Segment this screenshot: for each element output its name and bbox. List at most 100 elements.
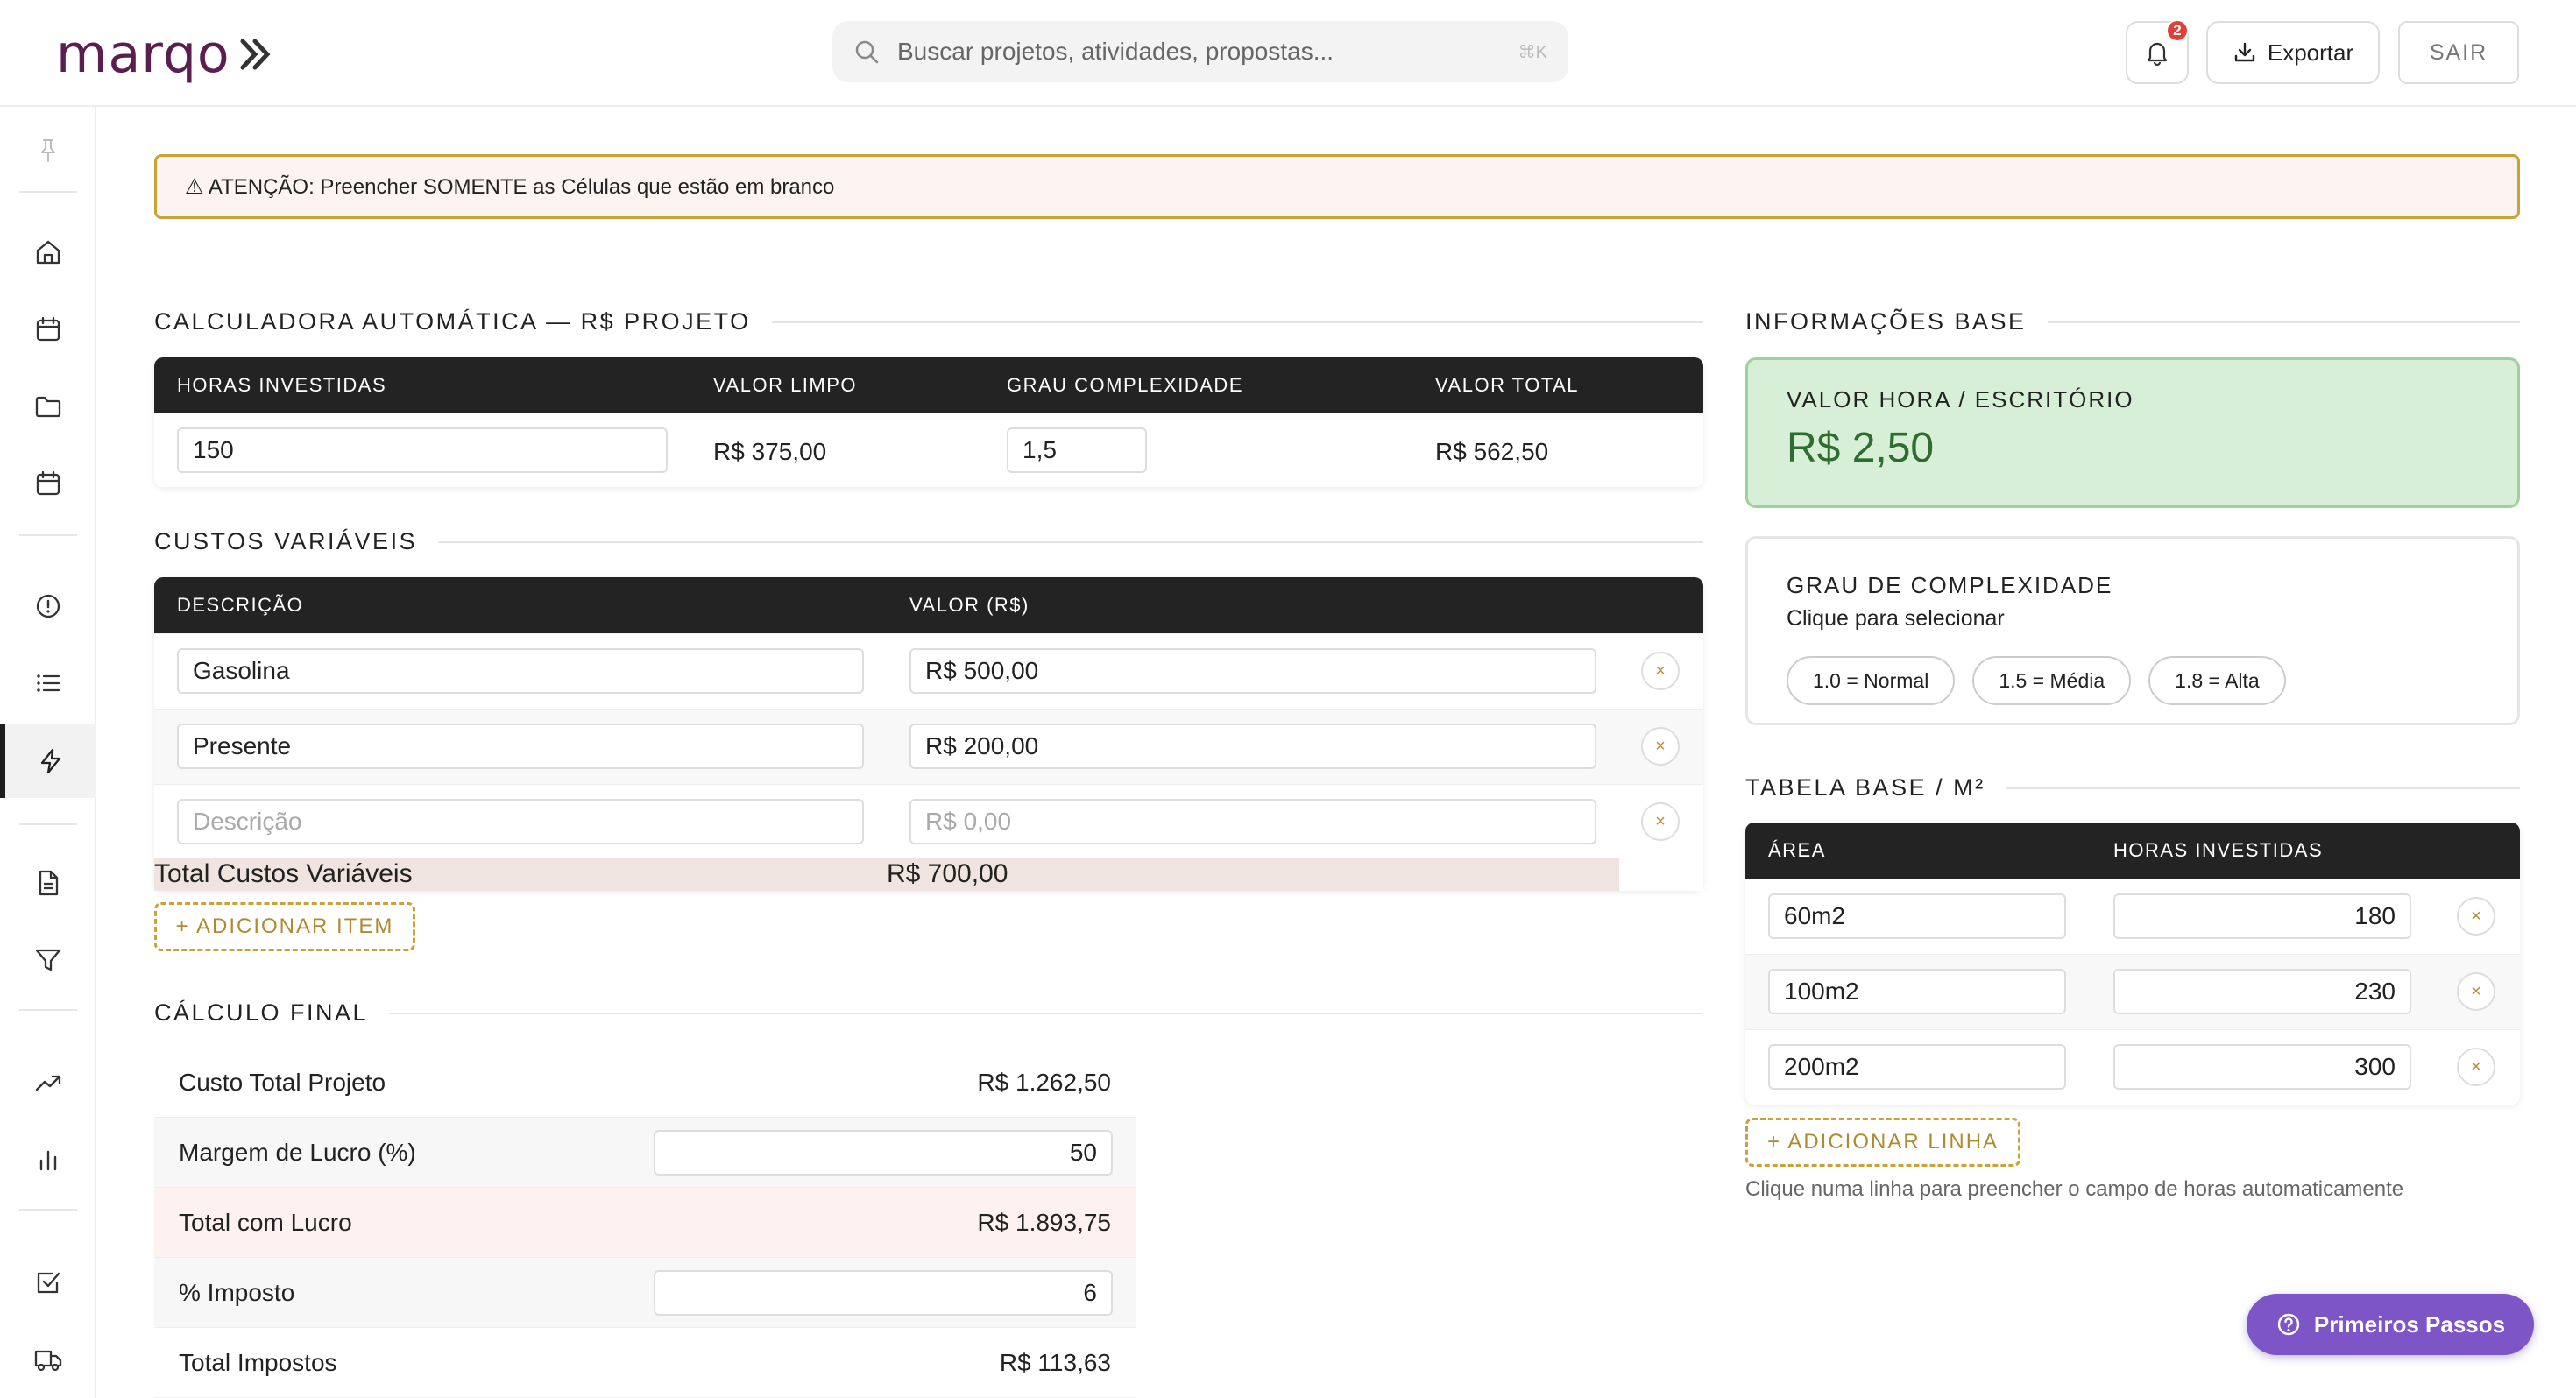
sidebar-item-calendar[interactable] — [0, 294, 96, 364]
sidebar-item-tasks[interactable] — [0, 1247, 96, 1317]
base-table: ÁREA HORAS INVESTIDAS × × × — [1745, 823, 2520, 1105]
complexity-input[interactable] — [1007, 427, 1147, 473]
sidebar-item-filter[interactable] — [0, 925, 96, 995]
area-input[interactable] — [1768, 969, 2066, 1014]
sidebar-item-delivery[interactable] — [0, 1324, 96, 1394]
search-icon — [855, 40, 879, 64]
base-hours-input[interactable] — [2113, 893, 2411, 939]
first-steps-label: Primeiros Passos — [2313, 1310, 2506, 1338]
checkbox-icon — [37, 1272, 60, 1294]
lightning-icon — [40, 748, 61, 774]
cost-row: × — [154, 633, 1703, 709]
complexity-chip-medium[interactable]: 1.5 = Média — [1972, 656, 2132, 705]
document-icon — [39, 870, 59, 896]
cost-description-input[interactable] — [177, 648, 864, 694]
base-hours-input[interactable] — [2113, 969, 2411, 1014]
add-row-button[interactable]: + ADICIONAR LINHA — [1745, 1118, 2020, 1167]
taxes-total-value: R$ 113,63 — [999, 1349, 1111, 1376]
base-table-hint: Clique numa linha para preencher o campo… — [1745, 1177, 2404, 1201]
tax-row: % Imposto — [154, 1258, 1136, 1328]
sidebar-item-list[interactable] — [0, 648, 96, 718]
calculator-table: HORAS INVESTIDAS VALOR LIMPO GRAU COMPLE… — [154, 357, 1703, 487]
variable-costs-table: DESCRIÇÃO VALOR (R$) × × × — [154, 577, 1703, 891]
header-total-value: VALOR TOTAL — [1435, 374, 1580, 396]
sidebar-item-documents[interactable] — [0, 848, 96, 918]
base-row[interactable]: × — [1745, 879, 2520, 954]
remove-base-row-button[interactable]: × — [2457, 897, 2495, 936]
remove-cost-button[interactable]: × — [1641, 802, 1680, 841]
final-calc-section-title: CÁLCULO FINAL — [154, 999, 1703, 1027]
base-row[interactable]: × — [1745, 1029, 2520, 1105]
sidebar-item-schedule[interactable] — [0, 448, 96, 519]
taxes-total-row: Total Impostos R$ 113,63 — [154, 1328, 1136, 1398]
sidebar-item-reports[interactable] — [0, 1125, 96, 1195]
complexity-chip-high[interactable]: 1.8 = Alta — [2148, 656, 2286, 705]
complexity-card-subtitle: Clique para selecionar — [1787, 606, 2005, 631]
header-hours: HORAS INVESTIDAS — [177, 374, 387, 396]
total-value: R$ 562,50 — [1435, 438, 1549, 465]
calculator-header: HORAS INVESTIDAS VALOR LIMPO GRAU COMPLE… — [154, 357, 1703, 413]
help-circle-icon — [2277, 1313, 2300, 1336]
attention-banner: ⚠ ATENÇÃO: Preencher SOMENTE as Células … — [154, 154, 2520, 219]
margin-input[interactable] — [654, 1130, 1113, 1176]
hours-input[interactable] — [177, 427, 668, 473]
search-input[interactable] — [897, 38, 1518, 66]
export-button[interactable]: Exportar — [2206, 21, 2380, 84]
sidebar-item-trends[interactable] — [0, 1048, 96, 1118]
sidebar — [0, 107, 96, 1398]
notifications-button[interactable]: 2 — [2126, 19, 2189, 84]
remove-cost-button[interactable]: × — [1641, 652, 1680, 690]
complexity-chip-normal[interactable]: 1.0 = Normal — [1787, 656, 1956, 705]
base-hours-input[interactable] — [2113, 1044, 2411, 1090]
area-input[interactable] — [1768, 1044, 2066, 1090]
variable-costs-section-title: CUSTOS VARIÁVEIS — [154, 528, 1703, 555]
truck-icon — [34, 1350, 62, 1372]
base-info-title: INFORMAÇÕES BASE — [1745, 308, 2027, 335]
sidebar-item-projects[interactable] — [0, 371, 96, 441]
tax-input[interactable] — [654, 1270, 1113, 1316]
cost-value-input[interactable] — [909, 648, 1596, 694]
download-icon — [2234, 42, 2255, 62]
sidebar-item-home[interactable] — [0, 217, 96, 287]
cost-value-input[interactable] — [909, 724, 1596, 769]
sidebar-item-calculator[interactable] — [0, 724, 96, 798]
total-with-profit-label: Total com Lucro — [179, 1209, 352, 1236]
base-row[interactable]: × — [1745, 954, 2520, 1029]
variable-costs-total-value: R$ 700,00 — [887, 859, 1008, 888]
global-search[interactable]: ⌘K — [832, 21, 1568, 82]
brand-logo[interactable]: marqo — [56, 25, 278, 84]
hour-value-card: VALOR HORA / ESCRITÓRIO R$ 2,50 — [1745, 357, 2520, 508]
area-input[interactable] — [1768, 893, 2066, 939]
variable-costs-total-label: Total Custos Variáveis — [154, 859, 413, 888]
calculator-title: CALCULADORA AUTOMÁTICA — R$ PROJETO — [154, 308, 751, 335]
trending-up-icon — [35, 1075, 61, 1091]
cost-description-input[interactable] — [177, 799, 864, 844]
first-steps-button[interactable]: Primeiros Passos — [2247, 1294, 2534, 1355]
cost-row: × — [154, 784, 1703, 859]
list-icon — [37, 674, 60, 692]
cost-value-input[interactable] — [909, 799, 1596, 844]
double-chevron-icon — [240, 39, 271, 70]
remove-base-row-button[interactable]: × — [2457, 1048, 2495, 1086]
sidebar-item-alerts[interactable] — [0, 571, 96, 641]
taxes-total-label: Total Impostos — [179, 1349, 337, 1376]
sidebar-pin[interactable] — [0, 116, 96, 186]
header-value: VALOR (R$) — [909, 594, 1030, 616]
header-complexity: GRAU COMPLEXIDADE — [1007, 374, 1243, 396]
base-info-section-title: INFORMAÇÕES BASE — [1745, 308, 2520, 335]
remove-cost-button[interactable]: × — [1641, 727, 1680, 766]
bar-chart-icon — [39, 1150, 57, 1171]
add-item-button[interactable]: + ADICIONAR ITEM — [154, 902, 415, 951]
calculator-row: R$ 375,00 R$ 562,50 — [154, 413, 1703, 487]
clean-value: R$ 375,00 — [713, 438, 827, 465]
cost-row: × — [154, 709, 1703, 784]
logout-button[interactable]: SAIR — [2398, 21, 2519, 84]
margin-label: Margem de Lucro (%) — [179, 1139, 416, 1166]
bell-icon — [2147, 42, 2168, 67]
cost-description-input[interactable] — [177, 724, 864, 769]
project-total-label: Custo Total Projeto — [179, 1069, 386, 1096]
base-table-header: ÁREA HORAS INVESTIDAS — [1745, 823, 2520, 879]
remove-base-row-button[interactable]: × — [2457, 972, 2495, 1011]
variable-costs-title: CUSTOS VARIÁVEIS — [154, 528, 418, 554]
export-label: Exportar — [2267, 39, 2354, 66]
